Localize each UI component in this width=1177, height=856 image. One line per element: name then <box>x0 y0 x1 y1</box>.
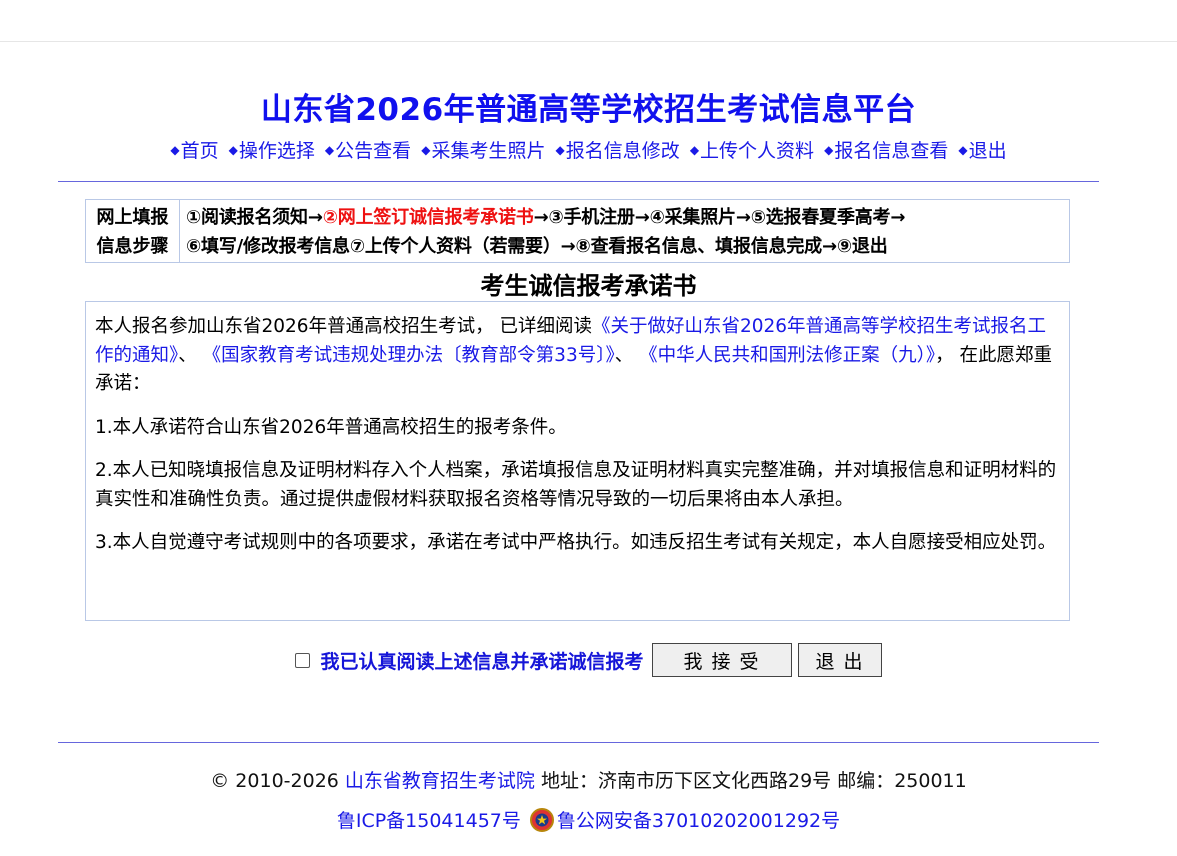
nav-upload-documents[interactable]: ◆上传个人资料 <box>690 140 814 162</box>
diamond-bullet-icon: ◆ <box>228 143 238 157</box>
top-divider <box>0 41 1177 42</box>
pledge-item-3: 3.本人自觉遵守考试规则中的各项要求，承诺在考试中严格执行。如违反招生考试有关规… <box>95 532 1057 553</box>
step-current-pledge: ②网上签订诚信报考承诺书 <box>322 207 534 228</box>
nav-capture-photo[interactable]: ◆采集考生照片 <box>421 140 545 162</box>
footer-info: © 2010-2026 山东省教育招生考试院 地址：济南市历下区文化西路29号 … <box>0 766 1177 793</box>
steps-label: 网上填报 信息步骤 <box>86 200 180 262</box>
nav-logout[interactable]: ◆退出 <box>958 140 1006 162</box>
footer-records: 鲁ICP备15041457号 鲁公网安备37010202001292号 <box>0 806 1177 833</box>
pledge-content: 本人报名参加山东省2026年普通高校招生考试， 已详细阅读《关于做好山东省202… <box>85 301 1070 621</box>
police-emblem-icon <box>529 807 554 832</box>
doc-link-violation-rules[interactable]: 《国家教育考试违规处理办法〔教育部令第33号〕》 <box>203 345 615 366</box>
steps-table: 网上填报 信息步骤 ①阅读报名须知→②网上签订诚信报考承诺书→③手机注册→④采集… <box>85 199 1070 263</box>
agree-row: 我已认真阅读上述信息并承诺诚信报考 我接受 退出 <box>0 643 1177 677</box>
header-divider <box>58 181 1099 182</box>
step-read-notice: ①阅读报名须知→ <box>186 207 323 228</box>
nav-edit-registration[interactable]: ◆报名信息修改 <box>556 140 680 162</box>
diamond-bullet-icon: ◆ <box>689 143 700 157</box>
diamond-bullet-icon: ◆ <box>421 143 431 157</box>
nav-view-registration[interactable]: ◆报名信息查看 <box>824 140 948 162</box>
accept-button[interactable]: 我接受 <box>651 643 792 677</box>
pledge-title: 考生诚信报考承诺书 <box>480 272 697 300</box>
agree-label[interactable]: 我已认真阅读上述信息并承诺诚信报考 <box>320 647 643 674</box>
nav-home[interactable]: ◆首页 <box>170 140 218 162</box>
pledge-intro: 本人报名参加山东省2026年普通高校招生考试， 已详细阅读《关于做好山东省202… <box>95 316 1053 394</box>
diamond-bullet-icon: ◆ <box>324 143 335 157</box>
exit-button[interactable]: 退出 <box>797 643 882 677</box>
steps-body: ①阅读报名须知→②网上签订诚信报考承诺书→③手机注册→④采集照片→⑤选报春夏季高… <box>180 200 1069 262</box>
nav-announcements[interactable]: ◆公告查看 <box>325 140 411 162</box>
pledge-item-1: 1.本人承诺符合山东省2026年普通高校招生的报考条件。 <box>95 416 567 438</box>
pledge-item-2: 2.本人已知晓填报信息及证明材料存入个人档案，承诺填报信息及证明材料真实完整准确… <box>95 460 1057 510</box>
diamond-bullet-icon: ◆ <box>958 143 968 157</box>
diamond-bullet-icon: ◆ <box>555 143 565 157</box>
agree-checkbox[interactable] <box>295 652 311 668</box>
site-title: 山东省2026年普通高等学校招生考试信息平台 <box>260 92 917 128</box>
nav-operation-select[interactable]: ◆操作选择 <box>229 140 315 162</box>
org-link[interactable]: 山东省教育招生考试院 <box>345 770 535 792</box>
icp-link[interactable]: 鲁ICP备15041457号 <box>337 806 521 833</box>
police-record-link[interactable]: 鲁公网安备37010202001292号 <box>557 806 840 833</box>
doc-link-criminal-law[interactable]: 《中华人民共和国刑法修正案（九）》 <box>639 345 935 366</box>
copyright: © 2010-2026 <box>210 770 345 792</box>
steps-line-1: ①阅读报名须知→②网上签订诚信报考承诺书→③手机注册→④采集照片→⑤选报春夏季高… <box>186 203 1069 232</box>
step-remaining-1: →③手机注册→④采集照片→⑤选报春夏季高考→ <box>533 207 906 228</box>
footer-divider <box>58 742 1099 743</box>
main-nav: ◆首页 ◆操作选择 ◆公告查看 ◆采集考生照片 ◆报名信息修改 ◆上传个人资料 … <box>0 136 1177 163</box>
steps-line-2: ⑥填写/修改报考信息⑦上传个人资料（若需要）→⑧查看报名信息、填报信息完成→⑨退… <box>186 236 888 257</box>
diamond-bullet-icon: ◆ <box>170 143 180 157</box>
address: 地址：济南市历下区文化西路29号 邮编：250011 <box>534 770 967 792</box>
diamond-bullet-icon: ◆ <box>824 143 834 157</box>
